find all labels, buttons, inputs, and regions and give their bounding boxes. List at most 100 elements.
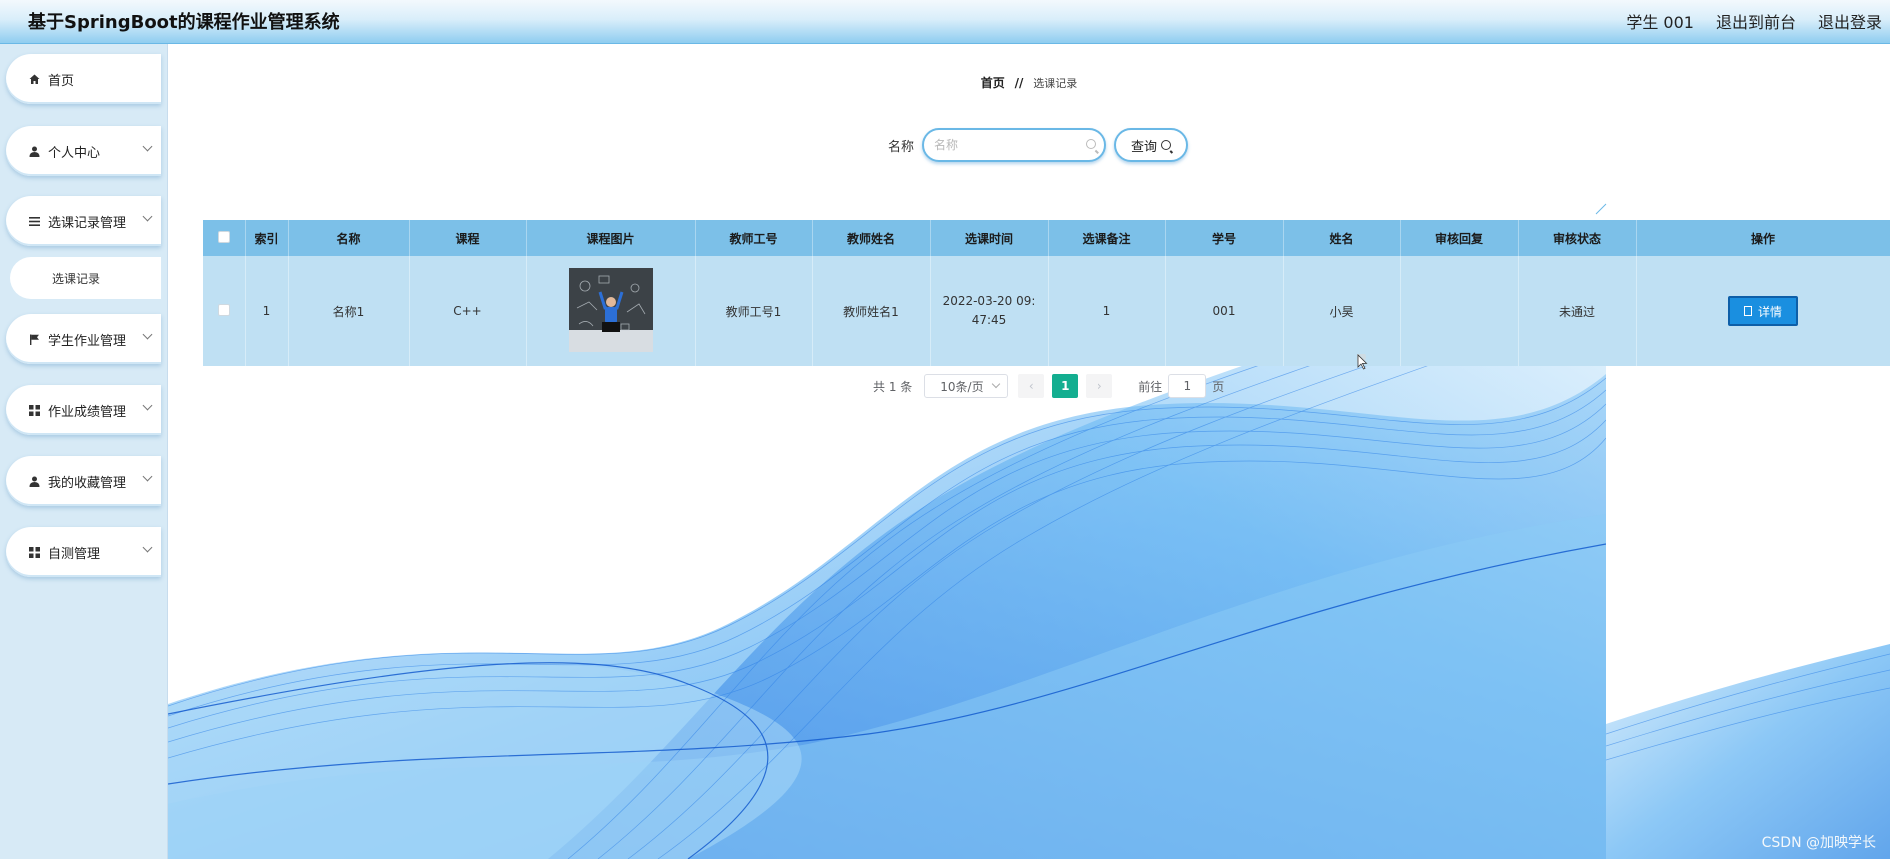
- grid-icon: [28, 546, 40, 558]
- row-select-cell: [203, 256, 246, 366]
- sidebar-item-label: 学生作业管理: [48, 333, 127, 349]
- top-header: 基于SpringBoot的课程作业管理系统 学生 001 退出到前台 退出登录: [0, 0, 1890, 44]
- select-all-checkbox[interactable]: [217, 230, 230, 243]
- chevron-right-icon: ›: [1096, 379, 1102, 393]
- sidebar-item-label: 首页: [48, 73, 75, 89]
- sidebar-item-self-test[interactable]: 自测管理: [6, 527, 161, 577]
- chevron-down-icon: [992, 379, 1001, 389]
- goto-label: 前往: [1138, 379, 1163, 394]
- pagination: 共 1 条 10条/页 ‹ 1 › 前往 页: [873, 374, 1224, 398]
- document-icon: [1743, 306, 1752, 316]
- app-title: 基于SpringBoot的课程作业管理系统: [28, 12, 340, 33]
- cell-student-id: 001: [1165, 256, 1284, 366]
- table-header-row: 索引 名称 课程 课程图片 教师工号 教师姓名 选课时间 选课备注 学号 姓名 …: [203, 220, 1890, 256]
- column-header: 教师姓名: [812, 220, 931, 256]
- chevron-down-icon: [142, 542, 153, 553]
- column-header: 选课备注: [1048, 220, 1166, 256]
- search-icon: [1161, 140, 1172, 150]
- detail-button[interactable]: 详情: [1728, 296, 1798, 326]
- search-input-wrapper: [922, 128, 1107, 162]
- table-row: 1 名称1 C++ 教师工号1 教师姓名1 2022-03-20 09:47:4…: [203, 256, 1890, 366]
- search-label: 名称: [888, 139, 915, 155]
- page-size-select[interactable]: 10条/页: [924, 374, 1009, 398]
- column-header: 姓名: [1283, 220, 1401, 256]
- cell-student-name: 小昊: [1283, 256, 1401, 366]
- user-icon: [28, 475, 40, 487]
- row-checkbox[interactable]: [217, 303, 230, 316]
- sidebar-item-personal-center[interactable]: 个人中心: [6, 126, 161, 176]
- records-table: 索引 名称 课程 课程图片 教师工号 教师姓名 选课时间 选课备注 学号 姓名 …: [203, 220, 1890, 366]
- column-header: 名称: [288, 220, 410, 256]
- column-header: 选课时间: [930, 220, 1049, 256]
- cell-teacher-id: 教师工号1: [695, 256, 813, 366]
- cell-teacher-name: 教师姓名1: [812, 256, 931, 366]
- select-all-cell: [203, 220, 246, 256]
- cell-remark: 1: [1048, 256, 1166, 366]
- chevron-down-icon: [142, 400, 153, 411]
- breadcrumb-current: 选课记录: [1033, 77, 1078, 90]
- mouse-cursor-icon: [1354, 351, 1369, 374]
- cell-actions: 详情: [1636, 256, 1890, 366]
- page-number-button[interactable]: 1: [1052, 374, 1079, 398]
- grid-icon: [28, 404, 40, 416]
- column-header: 审核状态: [1518, 220, 1637, 256]
- home-icon: [28, 73, 40, 85]
- chevron-down-icon: [142, 211, 153, 222]
- sidebar-subitem-course-records[interactable]: 选课记录: [10, 257, 161, 299]
- list-icon: [28, 215, 40, 227]
- flag-icon: [28, 333, 40, 345]
- column-header: 操作: [1636, 220, 1890, 256]
- column-header: 审核回复: [1400, 220, 1519, 256]
- search-input[interactable]: [934, 130, 1085, 160]
- main-content: 首页 // 选课记录 名称 查询 索引 名称 课: [168, 44, 1890, 859]
- chevron-down-icon: [142, 329, 153, 340]
- chevron-down-icon: [142, 141, 153, 152]
- chevron-down-icon: [142, 471, 153, 482]
- pagination-total: 共 1 条: [873, 379, 913, 394]
- user-icon: [28, 145, 40, 157]
- column-header: 学号: [1165, 220, 1284, 256]
- sidebar-item-grades[interactable]: 作业成绩管理: [6, 385, 161, 435]
- breadcrumb-separator: //: [1014, 76, 1024, 90]
- page-size-value: 10条/页: [940, 379, 984, 394]
- cell-name: 名称1: [288, 256, 410, 366]
- sidebar-item-homework[interactable]: 学生作业管理: [6, 314, 161, 364]
- current-user: 学生 001: [1626, 13, 1694, 32]
- query-button[interactable]: 查询: [1114, 128, 1189, 162]
- sidebar-item-favorites[interactable]: 我的收藏管理: [6, 456, 161, 506]
- search-icon: [1086, 139, 1097, 149]
- cell-course: C++: [409, 256, 527, 366]
- detail-button-label: 详情: [1757, 304, 1782, 319]
- chevron-left-icon: ‹: [1028, 379, 1034, 393]
- cell-index: 1: [245, 256, 289, 366]
- breadcrumb: 首页 // 选课记录: [168, 74, 1890, 91]
- column-header: 教师工号: [695, 220, 813, 256]
- sidebar-item-course-selection[interactable]: 选课记录管理: [6, 196, 161, 246]
- course-image[interactable]: [568, 267, 653, 352]
- sidebar-item-label: 作业成绩管理: [48, 404, 127, 420]
- search-bar: 名称 查询: [888, 128, 1189, 162]
- select-time-text: 2022-03-20 09:47:45: [942, 294, 1036, 327]
- sidebar-item-label: 个人中心: [48, 145, 101, 161]
- logout-link[interactable]: 退出登录: [1818, 9, 1882, 33]
- breadcrumb-home[interactable]: 首页: [981, 76, 1005, 90]
- cell-select-time: 2022-03-20 09:47:45: [930, 256, 1049, 366]
- cell-review-status: 未通过: [1518, 256, 1637, 366]
- column-header: 课程: [409, 220, 527, 256]
- sidebar: 首页 个人中心 选课记录管理 选课记录 学生作业管理 作业成绩管理 我的收藏管理…: [0, 44, 168, 859]
- next-page-button[interactable]: ›: [1086, 374, 1113, 398]
- prev-page-button[interactable]: ‹: [1018, 374, 1045, 398]
- cell-review-reply: [1400, 256, 1519, 366]
- watermark: CSDN @加映学长: [1761, 835, 1876, 851]
- sidebar-item-label: 我的收藏管理: [48, 475, 127, 491]
- back-to-front-link[interactable]: 退出到前台: [1716, 9, 1796, 33]
- wave-background: [168, 203, 1890, 859]
- page-suffix: 页: [1212, 379, 1225, 394]
- sidebar-item-label: 选课记录管理: [48, 215, 127, 231]
- cell-course-image: [526, 256, 696, 366]
- goto-page-input[interactable]: [1168, 374, 1207, 398]
- sidebar-item-home[interactable]: 首页: [6, 54, 161, 104]
- header-actions: 学生 001 退出到前台 退出登录: [1626, 9, 1882, 33]
- sidebar-item-label: 自测管理: [48, 546, 101, 562]
- query-button-label: 查询: [1131, 139, 1158, 155]
